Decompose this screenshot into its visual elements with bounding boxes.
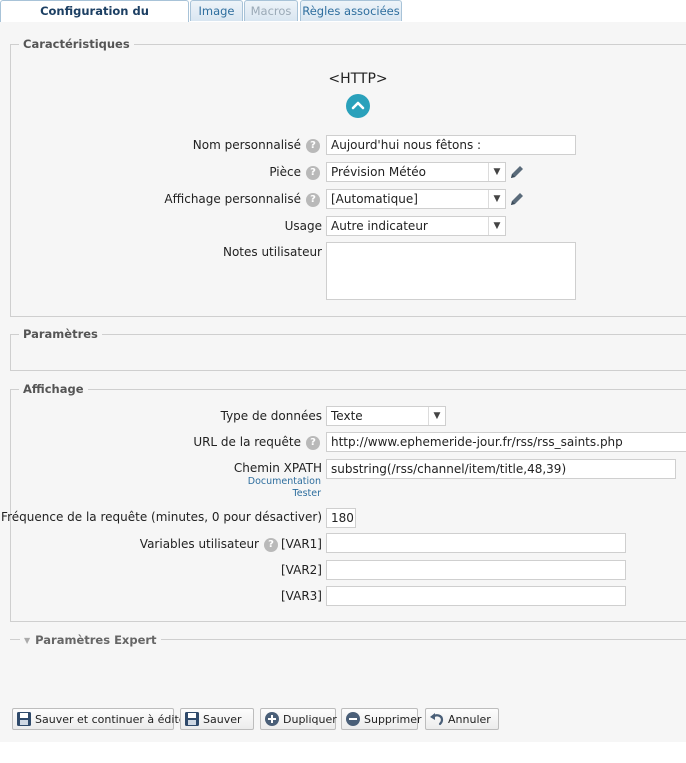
var3-input[interactable] — [326, 586, 626, 606]
var3-label: [VAR3] — [281, 589, 322, 603]
floppy-disk-icon — [185, 712, 199, 726]
delete-button[interactable]: Supprimer — [341, 708, 422, 730]
nom-input[interactable]: Aujourd'hui nous fêtons : — [326, 135, 576, 155]
save-continue-button[interactable]: Sauver et continuer à éditer — [12, 708, 190, 730]
undo-icon — [430, 713, 444, 726]
cancel-button[interactable]: Annuler — [425, 708, 499, 730]
duplicate-label: Dupliquer — [283, 712, 337, 726]
help-icon[interactable]: ? — [306, 166, 320, 180]
usage-label: Usage — [284, 219, 322, 233]
var1-input[interactable] — [326, 533, 626, 553]
xpath-tester-link[interactable]: Tester — [293, 488, 321, 499]
device-title: <HTTP> — [328, 71, 388, 87]
type-label: Type de données — [220, 409, 322, 423]
legend-caracteristiques: Caractéristiques — [19, 37, 134, 51]
tab-configuration[interactable]: Configuration du périphérique — [0, 0, 189, 39]
piece-label: Pièce — [269, 165, 301, 179]
fieldset-parametres: Paramètres — [10, 327, 686, 371]
tab-macros[interactable]: Macros — [244, 0, 298, 21]
save-label: Sauver — [203, 712, 242, 726]
xpath-label: Chemin XPATH — [233, 461, 322, 475]
xpath-input[interactable]: substring(/rss/channel/item/title,48,39) — [326, 459, 676, 479]
legend-affichage: Affichage — [19, 382, 88, 396]
pencil-icon[interactable] — [509, 164, 525, 180]
url-input[interactable]: http://www.ephemeride-jour.fr/rss/rss_sa… — [326, 432, 686, 452]
affichage-select-value: [Automatique] — [331, 192, 418, 206]
pencil-icon[interactable] — [509, 191, 525, 207]
piece-select[interactable]: Prévision Météo ▼ — [326, 162, 506, 182]
tab-regles-associees[interactable]: Règles associées — [300, 0, 402, 21]
cancel-label: Annuler — [448, 712, 491, 726]
notes-label: Notes utilisateur — [222, 245, 322, 259]
floppy-disk-icon — [17, 712, 31, 726]
collapse-button[interactable] — [346, 94, 370, 118]
expert-toggle[interactable]: ▼ Paramètres Expert — [20, 633, 161, 647]
triangle-down-icon: ▼ — [24, 635, 31, 645]
plus-circle-icon — [265, 712, 279, 726]
chevron-down-icon: ▼ — [428, 407, 445, 425]
usage-select-value: Autre indicateur — [331, 219, 428, 233]
chevron-up-icon — [351, 101, 365, 110]
help-icon[interactable]: ? — [306, 436, 320, 450]
minus-circle-icon — [346, 712, 360, 726]
chevron-down-icon: ▼ — [488, 190, 505, 208]
tab-bar: Configuration du périphérique Image Macr… — [0, 0, 686, 39]
var2-label: [VAR2] — [281, 563, 322, 577]
save-continue-label: Sauver et continuer à éditer — [35, 712, 191, 726]
piece-select-value: Prévision Météo — [331, 165, 427, 179]
duplicate-button[interactable]: Dupliquer — [260, 708, 337, 730]
delete-label: Supprimer — [364, 712, 422, 726]
tab-label: Règles associées — [302, 4, 400, 18]
vars-label: Variables utilisateur — [139, 537, 259, 551]
save-button[interactable]: Sauver — [180, 708, 254, 730]
chevron-down-icon: ▼ — [488, 163, 505, 181]
usage-select[interactable]: Autre indicateur ▼ — [326, 216, 506, 236]
affichage-select[interactable]: [Automatique] ▼ — [326, 189, 506, 209]
type-select[interactable]: Texte ▼ — [326, 406, 446, 426]
help-icon[interactable]: ? — [264, 538, 278, 552]
help-icon[interactable]: ? — [306, 139, 320, 153]
tab-label: Macros — [250, 4, 292, 18]
type-select-value: Texte — [331, 409, 363, 423]
var2-input[interactable] — [326, 560, 626, 580]
legend-parametres: Paramètres — [19, 327, 102, 341]
affichage-label: Affichage personnalisé — [164, 192, 301, 206]
notes-textarea[interactable] — [326, 242, 576, 300]
freq-input[interactable]: 180 — [326, 508, 356, 528]
url-label: URL de la requête — [193, 435, 301, 449]
var1-label: [VAR1] — [281, 537, 322, 551]
chevron-down-icon: ▼ — [488, 217, 505, 235]
legend-expert: Paramètres Expert — [35, 633, 157, 647]
freq-label: Fréquence de la requête (minutes, 0 pour… — [1, 510, 322, 524]
xpath-documentation-link[interactable]: Documentation — [248, 476, 321, 487]
tab-image[interactable]: Image — [190, 0, 243, 21]
nom-label: Nom personnalisé — [192, 138, 301, 152]
help-icon[interactable]: ? — [306, 193, 320, 207]
tab-label: Image — [198, 4, 235, 18]
